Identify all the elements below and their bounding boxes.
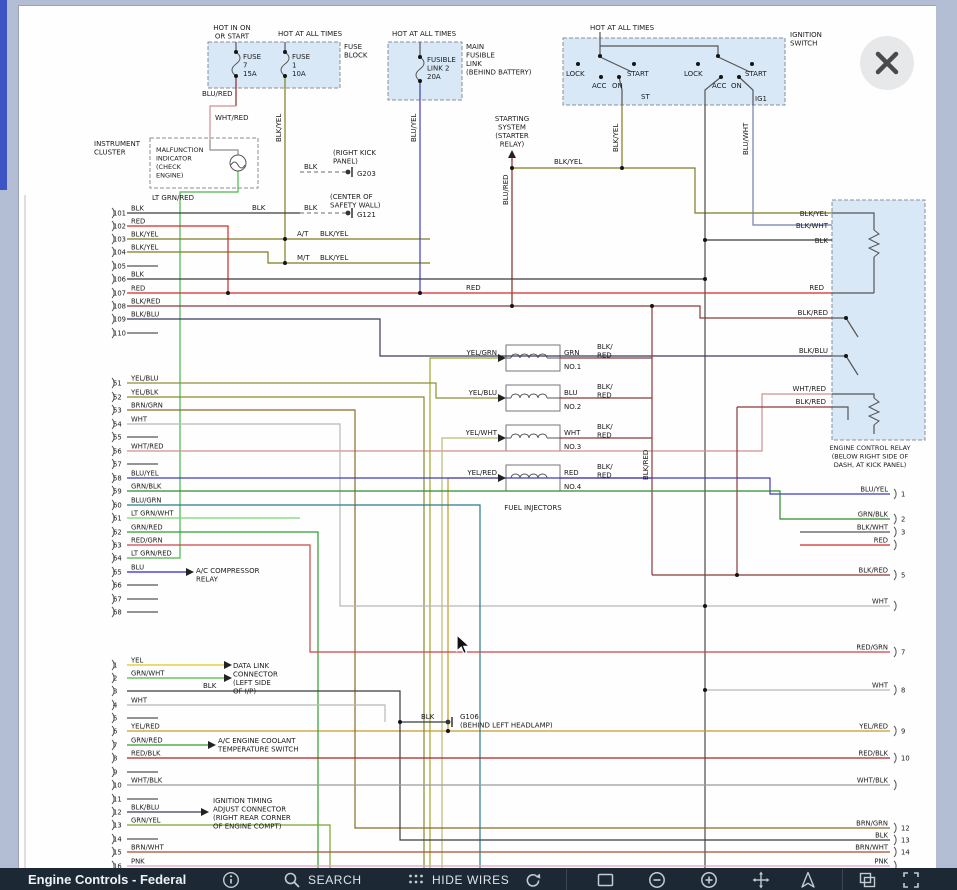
mouse-cursor bbox=[456, 634, 474, 663]
pan-icon[interactable] bbox=[752, 871, 770, 890]
search-icon bbox=[283, 871, 301, 889]
zoom-out-icon[interactable] bbox=[648, 871, 666, 890]
hide-wires-button[interactable]: HIDE WIRES bbox=[407, 871, 509, 889]
toolbar-divider bbox=[566, 869, 567, 890]
zoom-in-icon[interactable] bbox=[700, 871, 718, 890]
navigate-icon[interactable] bbox=[799, 871, 817, 890]
fullscreen-icon[interactable] bbox=[902, 871, 920, 890]
diagram-title: Engine Controls - Federal bbox=[28, 872, 186, 887]
bottom-toolbar: Engine Controls - Federal SEARCH HIDE WI… bbox=[0, 868, 957, 890]
refresh-icon[interactable] bbox=[524, 871, 542, 890]
hide-wires-label: HIDE WIRES bbox=[432, 873, 509, 887]
diagram-canvas[interactable] bbox=[18, 5, 936, 869]
fit-screen-icon[interactable] bbox=[596, 871, 615, 890]
wires-icon bbox=[407, 871, 425, 889]
close-button[interactable] bbox=[860, 36, 914, 90]
scroll-indicator bbox=[0, 0, 7, 190]
overview-icon[interactable] bbox=[858, 871, 877, 890]
search-button[interactable]: SEARCH bbox=[283, 871, 362, 889]
search-label: SEARCH bbox=[308, 873, 362, 887]
toolbar-divider bbox=[842, 869, 843, 890]
info-icon[interactable] bbox=[222, 871, 240, 890]
close-icon bbox=[872, 48, 902, 78]
